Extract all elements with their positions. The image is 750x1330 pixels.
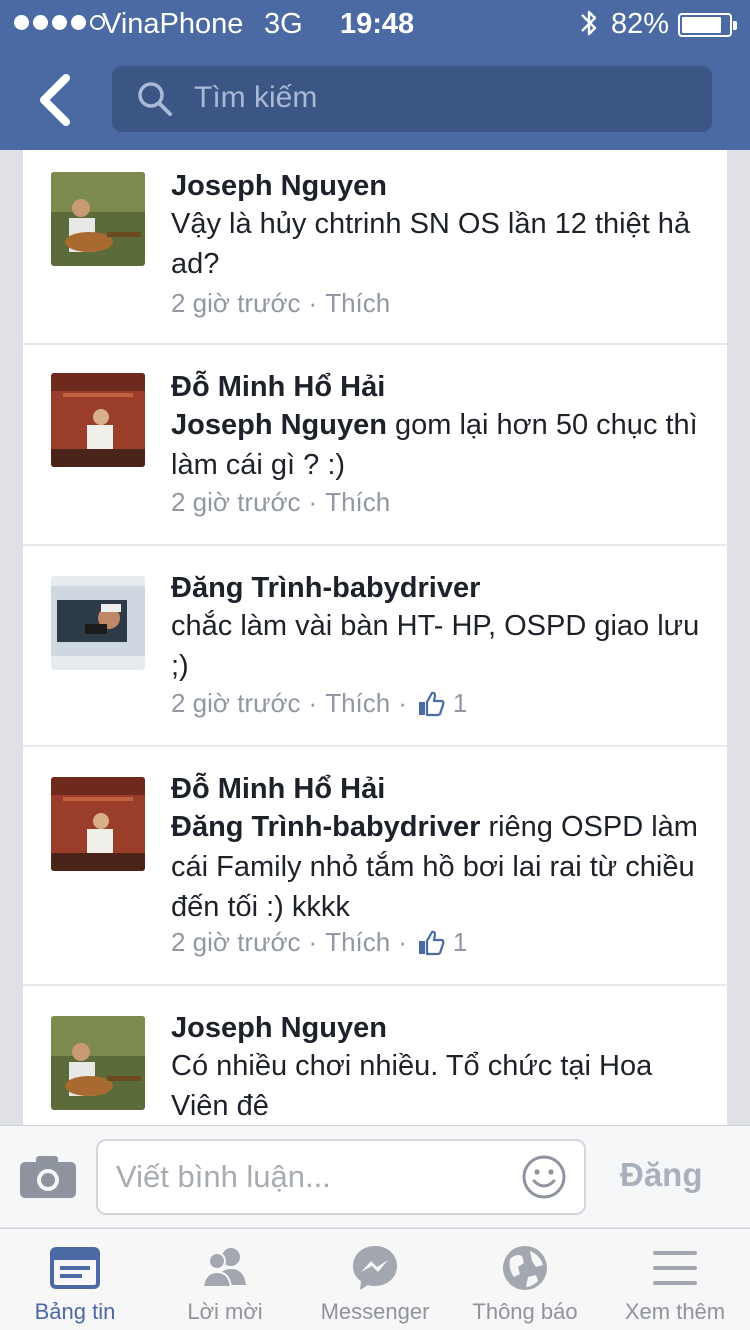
tab-notifications[interactable]: Thông báo	[450, 1229, 600, 1330]
commenter-name[interactable]: Đỗ Minh Hổ Hải	[171, 773, 385, 806]
tab-label: Messenger	[320, 1299, 430, 1324]
chevron-left-icon	[40, 74, 70, 126]
tab-more[interactable]: Xem thêm	[600, 1229, 750, 1330]
comment-meta: 2 giờ trước · Thích · 1	[171, 688, 468, 719]
clock: 19:48	[340, 8, 415, 40]
top-bar: VinaPhone 3G 19:48 82% Tìm kiếm	[0, 0, 750, 150]
like-count: 1	[452, 927, 468, 957]
avatar[interactable]	[51, 172, 145, 266]
search-icon	[138, 82, 172, 116]
messenger-icon	[353, 1246, 397, 1290]
tab-label: Xem thêm	[624, 1299, 726, 1324]
comment-item: Đỗ Minh Hổ Hải Đăng Trình-babydriver riê…	[23, 747, 727, 986]
comment-input[interactable]: Viết bình luận...	[96, 1139, 586, 1215]
comment-item: Joseph Nguyen Vậy là hủy chtrinh SN OS l…	[23, 150, 727, 345]
friend-requests-icon	[201, 1248, 246, 1288]
battery-percent: 82%	[611, 8, 670, 40]
thumbs-up-icon	[418, 930, 445, 955]
comment-item: Đăng Trình-babydriver chắc làm vài bàn H…	[23, 546, 727, 747]
comment-text: Đăng Trình-babydriver riêng OSPD làm cái…	[171, 811, 698, 923]
tab-bar: Bảng tin Lời mời Messenger Thông báo Xem…	[0, 1228, 750, 1330]
avatar[interactable]	[51, 373, 145, 467]
comment-list: Joseph Nguyen Vậy là hủy chtrinh SN OS l…	[23, 150, 727, 1125]
comment-text: Có nhiều chơi nhiều. Tổ chức tại Hoa Viê…	[171, 1050, 653, 1122]
like-count: 1	[452, 688, 468, 718]
comment-timestamp: 2 giờ trước	[171, 288, 301, 318]
network-type: 3G	[264, 8, 303, 40]
tab-messenger[interactable]: Messenger	[300, 1229, 450, 1330]
comment-meta: 2 giờ trước · Thích	[171, 487, 391, 518]
search-placeholder: Tìm kiếm	[194, 81, 318, 114]
like-button[interactable]: Thích	[325, 288, 390, 319]
comment-meta: 2 giờ trước · Thích	[171, 288, 391, 319]
avatar[interactable]	[51, 1016, 145, 1110]
comment-text: chắc làm vài bàn HT- HP, OSPD giao lưu ;…	[171, 610, 700, 682]
mention-link[interactable]: Đăng Trình-babydriver	[171, 811, 480, 843]
comment-timestamp: 2 giờ trước	[171, 927, 301, 957]
avatar[interactable]	[51, 777, 145, 871]
globe-icon	[503, 1246, 547, 1290]
comment-text: Vậy là hủy chtrinh SN OS lần 12 thiệt hả…	[171, 208, 691, 280]
battery-icon	[678, 13, 737, 37]
tab-friend-requests[interactable]: Lời mời	[150, 1229, 300, 1330]
comment-timestamp: 2 giờ trước	[171, 487, 301, 517]
comment-composer: Viết bình luận... Đăng	[0, 1125, 750, 1227]
news-feed-icon	[50, 1247, 100, 1289]
comment-timestamp: 2 giờ trước	[171, 688, 301, 718]
like-button[interactable]: Thích	[325, 927, 390, 958]
tab-label: Bảng tin	[34, 1299, 116, 1324]
emoji-icon[interactable]	[520, 1153, 568, 1201]
commenter-name[interactable]: Đăng Trình-babydriver	[171, 572, 480, 605]
tab-label: Lời mời	[187, 1299, 263, 1324]
tab-news-feed[interactable]: Bảng tin	[0, 1229, 150, 1330]
tab-label: Thông báo	[472, 1299, 578, 1324]
camera-icon[interactable]	[18, 1154, 78, 1200]
like-button[interactable]: Thích	[325, 487, 390, 518]
comment-meta: 2 giờ trước · Thích · 1	[171, 927, 468, 958]
comment-placeholder: Viết bình luận...	[116, 1159, 331, 1194]
search-input[interactable]: Tìm kiếm	[112, 66, 712, 132]
commenter-name[interactable]: Joseph Nguyen	[171, 170, 387, 203]
bluetooth-icon	[578, 6, 600, 48]
commenter-name[interactable]: Joseph Nguyen	[171, 1012, 387, 1045]
thumbs-up-icon	[418, 691, 445, 716]
commenter-name[interactable]: Đỗ Minh Hổ Hải	[171, 371, 385, 404]
like-button[interactable]: Thích	[325, 688, 390, 719]
mention-link[interactable]: Joseph Nguyen	[171, 409, 387, 441]
carrier-name: VinaPhone	[102, 8, 244, 40]
back-button[interactable]	[32, 72, 78, 128]
post-button[interactable]: Đăng	[620, 1156, 703, 1194]
signal-strength-icon	[14, 15, 105, 30]
comment-item: Joseph Nguyen Có nhiều chơi nhiều. Tổ ch…	[23, 986, 727, 1125]
menu-icon	[653, 1251, 697, 1285]
avatar[interactable]	[51, 576, 145, 670]
status-bar: VinaPhone 3G 19:48 82%	[0, 0, 750, 50]
comment-text: Joseph Nguyen gom lại hơn 50 chục thì là…	[171, 409, 698, 481]
comment-item: Đỗ Minh Hổ Hải Joseph Nguyen gom lại hơn…	[23, 345, 727, 546]
